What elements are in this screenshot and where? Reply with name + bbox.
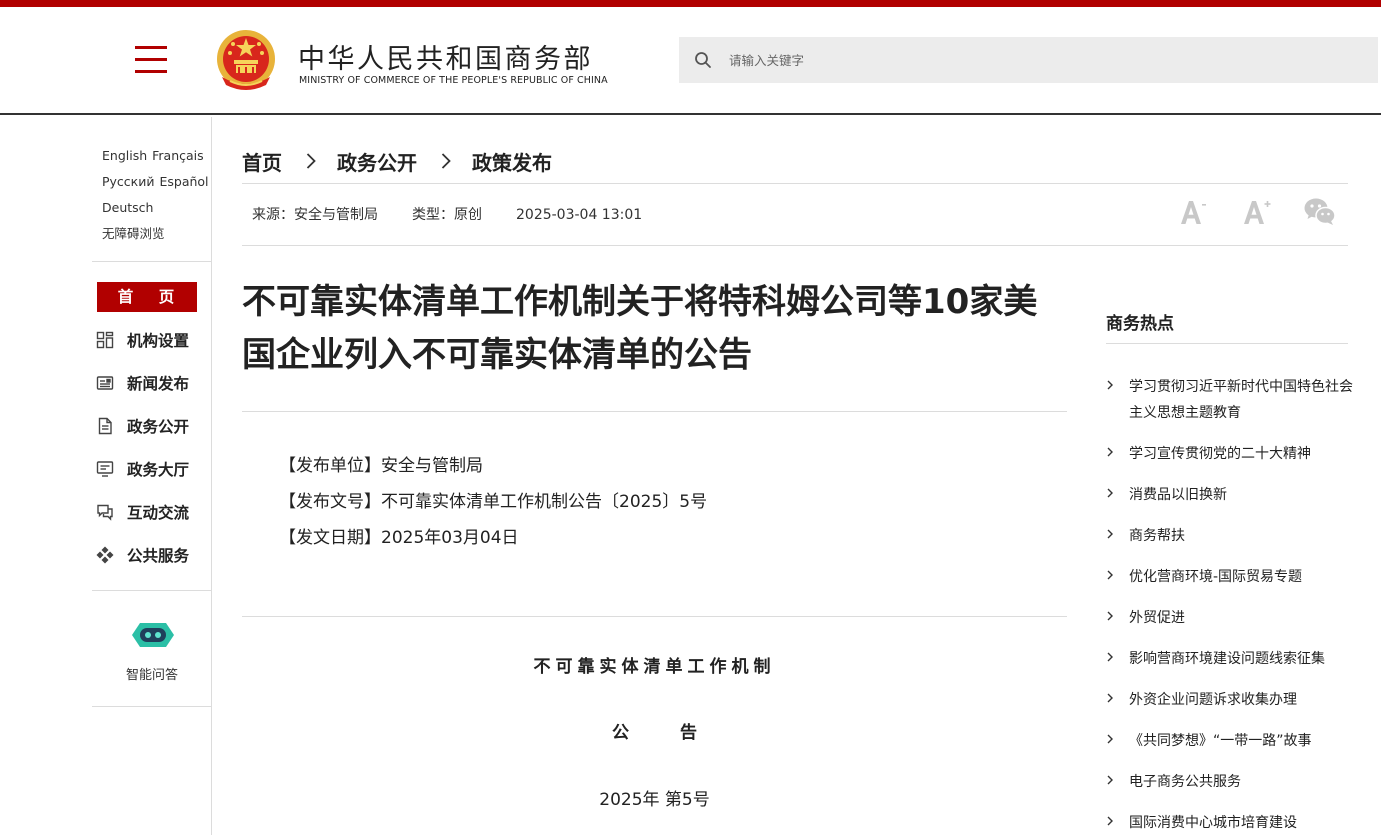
document-icon	[98, 417, 112, 435]
hot-item[interactable]: 影响营商环境建设问题线索征集	[1104, 646, 1354, 672]
lang-spanish[interactable]: Español	[159, 174, 208, 189]
divider	[92, 590, 211, 591]
hot-item[interactable]: 优化营商环境-国际贸易专题	[1104, 564, 1354, 590]
meta-type: 类型：原创	[412, 207, 482, 223]
breadcrumb-home[interactable]: 首页	[242, 147, 282, 176]
info-date: 【发文日期】2025年03月04日	[279, 528, 519, 548]
diamond-arrows-icon	[96, 546, 114, 564]
font-decrease-icon[interactable]	[1174, 194, 1210, 230]
left-sidebar: English Français Русский Español Deutsch 无…	[92, 117, 212, 835]
sidebar-item-gov-affairs[interactable]: 政务公开	[96, 413, 208, 439]
sidebar-item-public-service[interactable]: 公共服务	[96, 542, 208, 568]
document-announcement-heading: 公 告	[612, 723, 697, 743]
hot-item[interactable]: 电子商务公共服务	[1104, 769, 1354, 795]
divider	[1106, 343, 1348, 344]
chevron-right-icon	[1107, 775, 1113, 785]
sidebar-home-button[interactable]: 首 页	[97, 282, 197, 312]
chevron-right-icon	[306, 153, 316, 169]
hot-item[interactable]: 国际消费中心城市培育建设	[1104, 810, 1354, 835]
sidebar-item-label: 政务大厅	[127, 461, 190, 479]
sidebar-item-service-hall[interactable]: 政务大厅	[96, 456, 208, 482]
lang-english[interactable]: English	[102, 148, 147, 163]
chevron-right-icon	[1107, 529, 1113, 539]
meta-datetime: 2025-03-04 13:01	[516, 207, 643, 223]
breadcrumb-policy-release[interactable]: 政策发布	[472, 147, 552, 176]
search-bar	[679, 37, 1378, 83]
hot-item[interactable]: 《共同梦想》“一带一路”故事	[1104, 728, 1354, 754]
search-icon[interactable]	[694, 51, 712, 69]
document-number: 2025年 第5号	[599, 790, 710, 810]
breadcrumb-gov-affairs[interactable]: 政务公开	[337, 147, 417, 176]
menu-icon[interactable]	[135, 46, 167, 74]
hot-item[interactable]: 外贸促进	[1104, 605, 1354, 631]
site-header: 中华人民共和国商务部 MINISTRY OF COMMERCE OF THE P…	[0, 7, 1381, 115]
divider	[92, 706, 211, 707]
article-meta: 来源：安全与管制局 类型：原创 2025-03-04 13:01	[252, 204, 642, 224]
sidebar-item-label: 政务公开	[127, 418, 190, 436]
chevron-right-icon	[1107, 652, 1113, 662]
sidebar-item-label: 公共服务	[127, 547, 190, 565]
hot-item[interactable]: 消费品以旧换新	[1104, 482, 1354, 508]
sidebar-item-news[interactable]: 新闻发布	[96, 370, 208, 396]
hot-item[interactable]: 商务帮扶	[1104, 523, 1354, 549]
lang-german[interactable]: Deutsch	[102, 200, 153, 215]
chevron-right-icon	[1107, 380, 1113, 390]
ministry-name-cn[interactable]: 中华人民共和国商务部	[298, 37, 593, 76]
font-increase-icon[interactable]	[1237, 194, 1273, 230]
article-title: 不可靠实体清单工作机制关于将特科姆公司等10家美国企业列入不可靠实体清单的公告	[242, 282, 1038, 375]
meta-source: 来源：安全与管制局	[252, 207, 378, 223]
hot-item[interactable]: 学习宣传贯彻党的二十大精神	[1104, 441, 1354, 467]
monitor-icon	[96, 461, 114, 477]
chevron-right-icon	[1107, 611, 1113, 621]
chevron-right-icon	[1107, 816, 1113, 826]
news-icon	[96, 376, 114, 390]
chevron-right-icon	[1107, 570, 1113, 580]
chat-icon	[97, 504, 113, 521]
chevron-right-icon	[1107, 693, 1113, 703]
assistant-label[interactable]: 智能问答	[92, 664, 212, 683]
chevron-right-icon	[1107, 447, 1113, 457]
chevron-right-icon	[1107, 488, 1113, 498]
article-info: 【发布单位】安全与管制局 【发布文号】不可靠实体清单工作机制公告〔2025〕5号…	[279, 448, 707, 556]
document-organization: 不可靠实体清单工作机制	[533, 657, 776, 677]
sidebar-item-label: 新闻发布	[127, 375, 190, 393]
divider	[92, 261, 211, 262]
info-doc-number: 【发布文号】不可靠实体清单工作机制公告〔2025〕5号	[279, 492, 708, 512]
lang-french[interactable]: Français	[152, 148, 204, 163]
breadcrumb: 首页 政务公开 政策发布	[242, 146, 552, 176]
hot-topics-title: 商务热点	[1106, 314, 1174, 334]
chevron-right-icon	[441, 153, 451, 169]
robot-assistant-icon[interactable]	[130, 617, 176, 653]
wechat-icon[interactable]	[1302, 194, 1338, 230]
lang-russian[interactable]: Русский	[102, 174, 154, 189]
ministry-name-en[interactable]: MINISTRY OF COMMERCE OF THE PEOPLE'S REP…	[299, 75, 608, 86]
top-accent-bar	[0, 0, 1381, 7]
search-input[interactable]	[729, 37, 1349, 83]
chevron-right-icon	[1107, 734, 1113, 744]
divider	[242, 183, 1348, 184]
hot-item[interactable]: 学习贯彻习近平新时代中国特色社会主义思想主题教育	[1104, 374, 1354, 426]
divider	[242, 245, 1348, 246]
sidebar-item-label: 机构设置	[127, 332, 190, 350]
divider	[242, 616, 1067, 617]
hot-item[interactable]: 外资企业问题诉求收集办理	[1104, 687, 1354, 713]
sidebar-item-interaction[interactable]: 互动交流	[96, 499, 208, 525]
national-emblem-icon[interactable]	[216, 29, 276, 93]
sidebar-item-organization[interactable]: 机构设置	[96, 327, 208, 353]
accessibility-link[interactable]: 无障碍浏览	[102, 226, 165, 241]
divider	[242, 411, 1067, 412]
sidebar-item-label: 互动交流	[127, 504, 190, 522]
grid-icon	[96, 331, 114, 349]
language-links: English Français Русский Español Deutsch 无…	[102, 143, 209, 247]
info-issuer: 【发布单位】安全与管制局	[279, 456, 483, 476]
